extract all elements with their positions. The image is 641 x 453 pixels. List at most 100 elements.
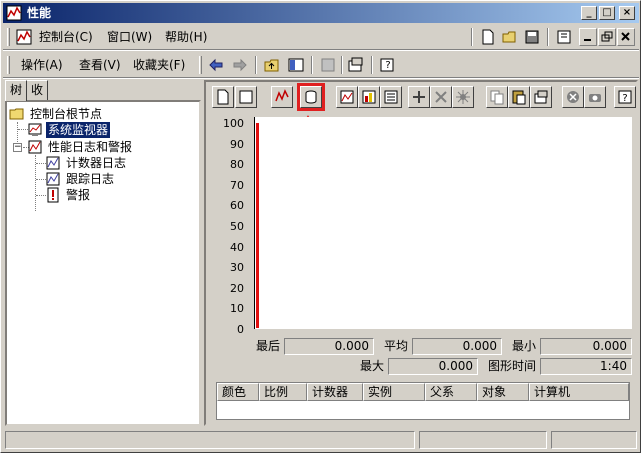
highlight-button[interactable] (452, 86, 474, 108)
alert-icon (45, 187, 61, 203)
tree-item-label: 计数器日志 (66, 156, 127, 170)
title-bar[interactable]: 性能 _ □ × (3, 3, 639, 23)
svg-text:?: ? (385, 60, 390, 71)
left-pane: 树 收藏夹 控制台根节点 系统监视器 − (5, 80, 201, 426)
status-bar (3, 430, 639, 450)
y-tick-label: 40 (230, 241, 244, 254)
legend-header: 颜色 比例 计数器 实例 父系 对象 计算机 (217, 383, 629, 401)
y-tick-label: 30 (230, 261, 244, 274)
actionbar-divider (3, 77, 639, 79)
paste-counter-list-button[interactable] (508, 86, 530, 108)
menu-window[interactable]: 窗口(W) (105, 29, 154, 45)
actionbar-separator-4 (371, 56, 373, 74)
menubar-separator (471, 28, 473, 46)
properties-icon[interactable] (347, 56, 365, 74)
legend-column-header[interactable]: 父系 (425, 383, 477, 401)
window-title: 性能 (27, 6, 52, 20)
system-monitor-pane: ? 100 90 80 70 60 50 40 30 20 10 0 最后 0.000 平均 0.0… (204, 80, 638, 426)
actionbar-grip (7, 56, 10, 74)
maximize-button[interactable]: □ (599, 6, 615, 20)
legend-column-header[interactable]: 计算机 (529, 383, 629, 401)
y-tick-label: 0 (237, 323, 244, 336)
legend-column-header[interactable]: 比例 (259, 383, 307, 401)
folder-icon (9, 106, 25, 122)
view-histogram-button[interactable] (358, 86, 380, 108)
update-data-button[interactable] (584, 86, 606, 108)
new-counter-set-button[interactable] (212, 86, 234, 108)
mdi-minimize-button[interactable] (579, 28, 597, 46)
y-tick-label: 100 (223, 117, 244, 130)
last-value: 0.000 (284, 338, 374, 355)
last-label: 最后 (256, 339, 281, 353)
tree-expander[interactable]: − (13, 143, 22, 152)
mdi-restore-button[interactable] (598, 28, 616, 46)
up-folder-icon[interactable] (263, 56, 281, 74)
monitor-help-button[interactable]: ? (614, 86, 636, 108)
y-tick-label: 70 (230, 179, 244, 192)
status-panel-2 (419, 431, 547, 449)
counter-legend[interactable]: 颜色 比例 计数器 实例 父系 对象 计算机 (216, 382, 630, 420)
export-list-icon[interactable] (319, 56, 337, 74)
performance-graph[interactable] (254, 117, 632, 329)
open-folder-icon[interactable] (501, 28, 519, 46)
new-icon[interactable] (479, 28, 497, 46)
monitor-toolbar: ? (206, 82, 636, 110)
y-tick-label: 50 (230, 220, 244, 233)
tab-tree[interactable]: 树 (5, 80, 28, 101)
action-bar: 操作(A) 查看(V) 收藏夹(F) ? (3, 53, 639, 77)
monitor-properties-button[interactable] (530, 86, 552, 108)
view-graph-button[interactable] (336, 86, 358, 108)
minimum-value: 0.000 (540, 338, 632, 355)
tab-favorites[interactable]: 收藏夹 (26, 80, 49, 133)
graph-time-bar (256, 123, 259, 328)
duration-label: 图形时间 (488, 359, 537, 373)
average-value: 0.000 (412, 338, 502, 355)
menu-action[interactable]: 操作(A) (19, 57, 65, 73)
trace-log-icon (45, 171, 61, 187)
back-arrow-icon[interactable] (207, 56, 225, 74)
view-report-button[interactable] (380, 86, 402, 108)
save-icon[interactable] (523, 28, 541, 46)
view-current-activity-button[interactable] (271, 86, 293, 108)
mdi-close-button[interactable] (617, 28, 635, 46)
legend-column-header[interactable]: 颜色 (217, 383, 259, 401)
menubar-separator-2 (547, 28, 549, 46)
tree-line (17, 122, 18, 144)
system-monitor-icon (27, 122, 43, 138)
actionbar-separator-2 (311, 56, 313, 74)
maximum-value: 0.000 (388, 358, 478, 375)
clear-display-button[interactable] (235, 86, 257, 108)
performance-app-icon[interactable] (6, 5, 22, 21)
new-window-icon[interactable] (555, 28, 573, 46)
menu-view[interactable]: 查看(V) (77, 57, 123, 73)
delete-counter-button[interactable] (430, 86, 452, 108)
actionbar-separator-3 (341, 56, 343, 74)
menubar-divider (3, 49, 639, 51)
legend-column-header[interactable]: 实例 (363, 383, 425, 401)
menu-help[interactable]: 帮助(H) (163, 29, 209, 45)
perf-logs-icon (27, 139, 43, 155)
annotation-highlight-box (297, 83, 325, 111)
counter-log-icon (45, 155, 61, 171)
show-hide-tree-icon[interactable] (287, 56, 305, 74)
menu-favorites[interactable]: 收藏夹(F) (131, 57, 187, 73)
tree-root-label: 控制台根节点 (30, 107, 103, 121)
legend-column-header[interactable]: 对象 (477, 383, 529, 401)
help-icon[interactable]: ? (379, 56, 397, 74)
freeze-display-button[interactable] (562, 86, 584, 108)
y-tick-label: 80 (230, 158, 244, 171)
menu-console[interactable]: 控制台(C) (37, 29, 95, 45)
minimize-button[interactable]: _ (581, 6, 597, 20)
y-tick-label: 90 (230, 138, 244, 151)
menubar-grip (7, 28, 10, 46)
menu-bar: 控制台(C) 窗口(W) 帮助(H) (3, 25, 639, 49)
legend-column-header[interactable]: 计数器 (307, 383, 363, 401)
forward-arrow-icon[interactable] (231, 56, 249, 74)
close-button[interactable]: × (619, 6, 635, 20)
copy-properties-button[interactable] (486, 86, 508, 108)
status-panel-3 (551, 431, 637, 449)
window: 性能 _ □ × 控制台(C) 窗口(W) 帮助(H) 操作(A) 查看(V) … (0, 0, 641, 453)
tree-item-label: 系统监视器 (46, 122, 111, 138)
add-counter-button[interactable] (408, 86, 430, 108)
console-icon[interactable] (15, 28, 33, 46)
